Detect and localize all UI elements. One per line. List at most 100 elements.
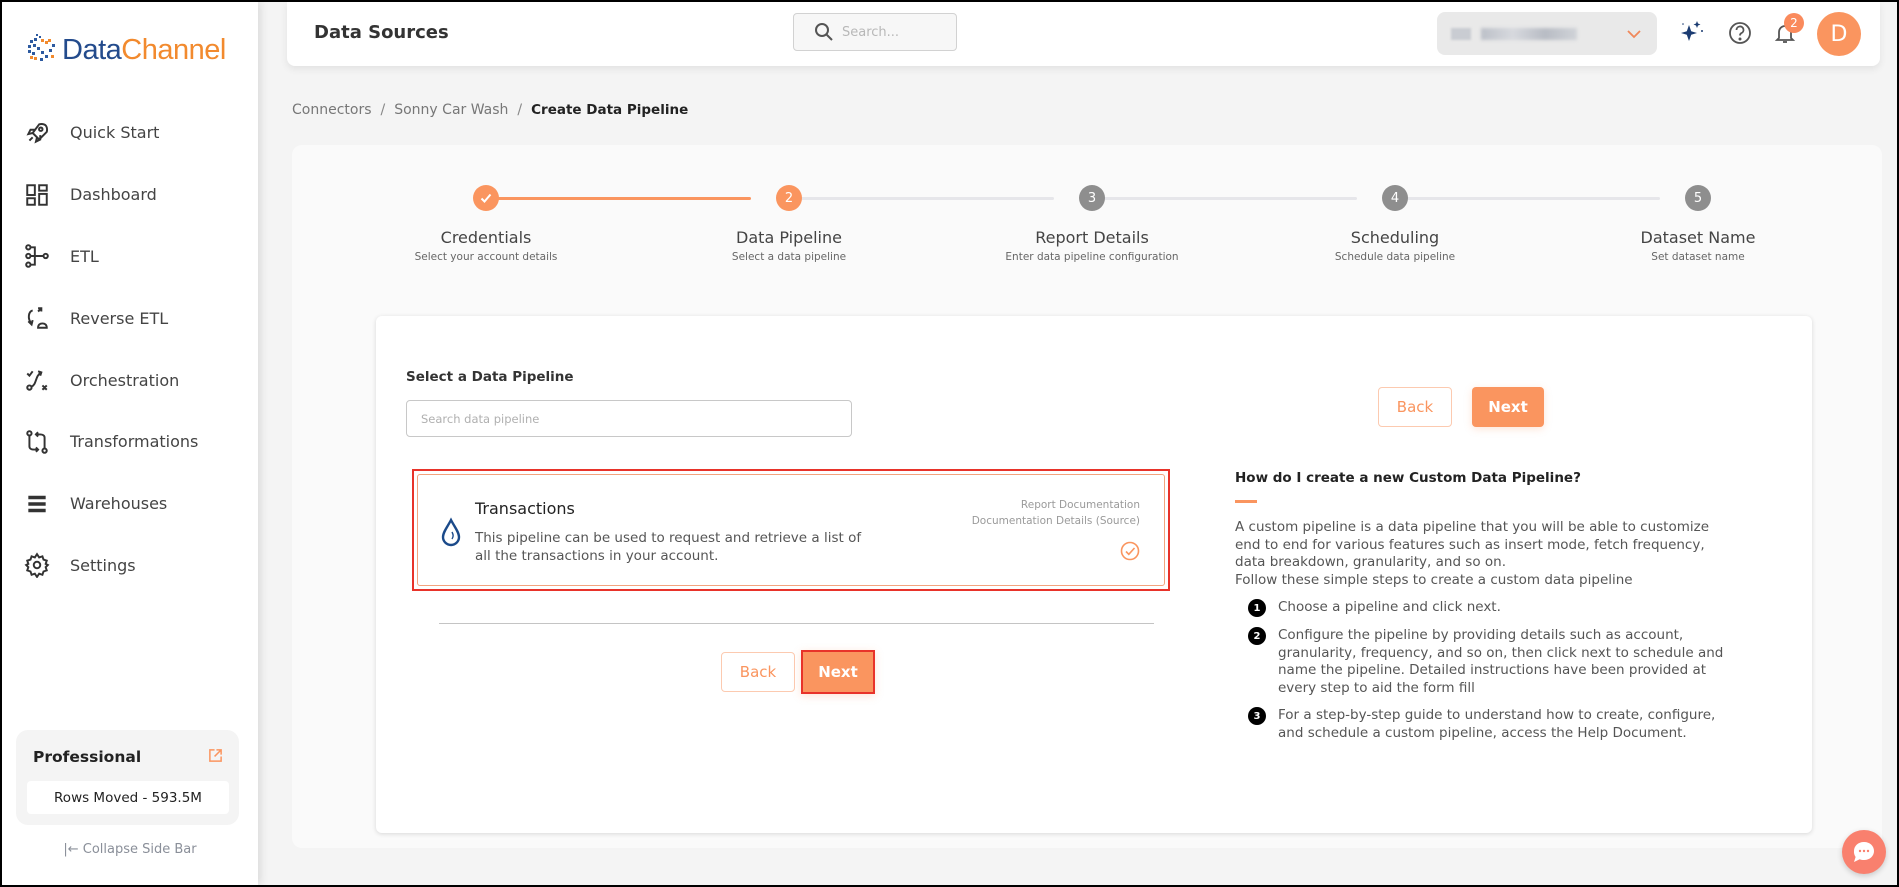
pipeline-option-body: Transactions This pipeline can be used t… — [417, 474, 1165, 586]
sidebar: DataChannel Quick Start Dashboard ETL Re… — [2, 2, 258, 885]
help-intro-text: Follow these simple steps to create a cu… — [1235, 571, 1633, 588]
pipeline-search-input[interactable] — [406, 400, 852, 437]
step-title: Scheduling — [1350, 228, 1440, 247]
breadcrumb-connector-name[interactable]: Sonny Car Wash — [394, 102, 508, 118]
divider — [439, 623, 1154, 624]
pipeline-option-transactions[interactable]: Transactions This pipeline can be used t… — [412, 469, 1170, 591]
plan-card: Professional Rows Moved - 593.5M — [16, 730, 239, 825]
sidebar-nav: Quick Start Dashboard ETL Reverse ETL Or… — [2, 102, 258, 596]
plan-name: Professional — [33, 748, 142, 766]
transformations-icon — [26, 430, 48, 454]
workspace-icon — [1451, 27, 1471, 40]
back-button[interactable]: Back — [721, 652, 795, 692]
chat-bubble-icon — [1853, 842, 1874, 862]
help-paragraph: A custom pipeline is a data pipeline tha… — [1235, 519, 1735, 589]
app-window: DataChannel Quick Start Dashboard ETL Re… — [2, 2, 1897, 885]
pipeline-selection-card: Select a Data Pipeline Back Next Transac… — [376, 316, 1812, 833]
breadcrumb-separator: / — [517, 102, 523, 118]
back-button-top[interactable]: Back — [1378, 387, 1452, 427]
help-step: 3 For a step-by-step guide to understand… — [1235, 707, 1735, 742]
sidebar-item-reverse-etl[interactable]: Reverse ETL — [2, 287, 258, 349]
step-scheduling[interactable]: 4 Scheduling Schedule data pipeline — [1275, 185, 1515, 263]
documentation-details-link[interactable]: Documentation Details (Source) — [972, 515, 1140, 527]
step-subtitle: Enter data pipeline configuration — [1005, 251, 1179, 263]
sidebar-item-quick-start[interactable]: Quick Start — [2, 102, 258, 164]
next-button-top[interactable]: Next — [1472, 387, 1544, 427]
sidebar-item-etl[interactable]: ETL — [2, 226, 258, 288]
report-documentation-link[interactable]: Report Documentation — [1021, 499, 1140, 511]
search-placeholder: Search... — [842, 24, 900, 40]
global-search[interactable]: Search... — [793, 13, 957, 51]
step-number-badge: 1 — [1248, 599, 1266, 617]
help-step: 2 Configure the pipeline by providing de… — [1235, 627, 1735, 697]
brand-logo[interactable]: DataChannel — [24, 32, 226, 68]
help-step: 1 Choose a pipeline and click next. — [1235, 599, 1735, 617]
breadcrumb-connectors[interactable]: Connectors — [292, 102, 372, 118]
step-number: 3 — [1079, 185, 1105, 211]
help-section: How do I create a new Custom Data Pipeli… — [1235, 470, 1735, 742]
step-dataset-name[interactable]: 5 Dataset Name Set dataset name — [1578, 185, 1818, 263]
step-number-badge: 2 — [1248, 627, 1266, 645]
step-number: 5 — [1685, 185, 1711, 211]
step-check-icon — [473, 185, 499, 211]
sidebar-item-orchestration[interactable]: Orchestration — [2, 349, 258, 411]
dashboard-icon — [26, 183, 48, 206]
step-subtitle: Select a data pipeline — [731, 251, 847, 263]
step-title: Data Pipeline — [736, 228, 842, 247]
gear-icon — [24, 552, 50, 579]
step-number-badge: 3 — [1248, 707, 1266, 725]
workspace-name-redacted — [1481, 27, 1577, 40]
pipeline-description: This pipeline can be used to request and… — [475, 530, 862, 564]
breadcrumb: Connectors / Sonny Car Wash / Create Data Pi… — [292, 102, 688, 118]
search-icon — [815, 23, 833, 41]
sidebar-item-settings[interactable]: Settings — [2, 535, 258, 597]
help-icon[interactable] — [1726, 19, 1754, 47]
collapse-sidebar-button[interactable]: |← Collapse Side Bar — [2, 842, 258, 857]
create-pipeline-panel: Credentials Select your account details … — [292, 145, 1882, 848]
step-title: Dataset Name — [1640, 228, 1756, 247]
help-step-text: Choose a pipeline and click next. — [1278, 599, 1501, 615]
help-step-text: For a step-by-step guide to understand h… — [1278, 707, 1716, 741]
help-paragraph-text: A custom pipeline is a data pipeline tha… — [1235, 519, 1710, 570]
sidebar-item-transformations[interactable]: Transformations — [2, 411, 258, 473]
step-subtitle: Set dataset name — [1651, 251, 1745, 263]
breadcrumb-separator: / — [380, 102, 386, 118]
warehouses-icon — [28, 495, 46, 512]
step-title: Report Details — [1035, 228, 1149, 247]
notification-badge: 2 — [1784, 13, 1804, 33]
chat-support-button[interactable] — [1842, 830, 1886, 874]
pipeline-title: Transactions — [475, 499, 575, 518]
help-steps: 1 Choose a pipeline and click next. 2 Co… — [1235, 599, 1735, 742]
ai-sparkle-icon[interactable] — [1677, 19, 1705, 47]
wizard-stepper: Credentials Select your account details … — [292, 145, 1882, 285]
user-avatar[interactable]: D — [1817, 12, 1861, 56]
etl-icon — [25, 244, 49, 269]
orchestration-icon — [26, 370, 48, 391]
help-step-text: Configure the pipeline by providing deta… — [1278, 627, 1724, 696]
step-number: 2 — [776, 185, 802, 211]
help-title: How do I create a new Custom Data Pipeli… — [1235, 470, 1581, 486]
select-pipeline-label: Select a Data Pipeline — [406, 369, 574, 385]
step-credentials[interactable]: Credentials Select your account details — [366, 185, 606, 263]
step-subtitle: Select your account details — [414, 251, 558, 263]
sidebar-item-warehouses[interactable]: Warehouses — [2, 473, 258, 535]
top-header: Data Sources Search... 2 D — [287, 2, 1880, 66]
help-accent-bar — [1235, 500, 1257, 503]
selected-check-icon — [1120, 541, 1140, 561]
sidebar-item-dashboard[interactable]: Dashboard — [2, 164, 258, 226]
external-link-icon[interactable] — [208, 748, 223, 763]
step-subtitle: Schedule data pipeline — [1334, 251, 1456, 263]
brand-name: DataChannel — [62, 33, 226, 66]
droplet-icon — [441, 517, 461, 547]
rocket-icon — [26, 122, 49, 144]
step-title: Credentials — [440, 228, 532, 247]
step-data-pipeline[interactable]: 2 Data Pipeline Select a data pipeline — [669, 185, 909, 263]
breadcrumb-current: Create Data Pipeline — [531, 102, 689, 118]
chevron-down-icon — [1627, 30, 1641, 39]
next-button[interactable]: Next — [801, 650, 875, 694]
workspace-selector[interactable] — [1437, 12, 1657, 55]
step-report-details[interactable]: 3 Report Details Enter data pipeline con… — [972, 185, 1212, 263]
page-title: Data Sources — [314, 22, 449, 43]
rows-moved: Rows Moved - 593.5M — [27, 781, 229, 814]
datachannel-logo-icon — [28, 34, 55, 61]
